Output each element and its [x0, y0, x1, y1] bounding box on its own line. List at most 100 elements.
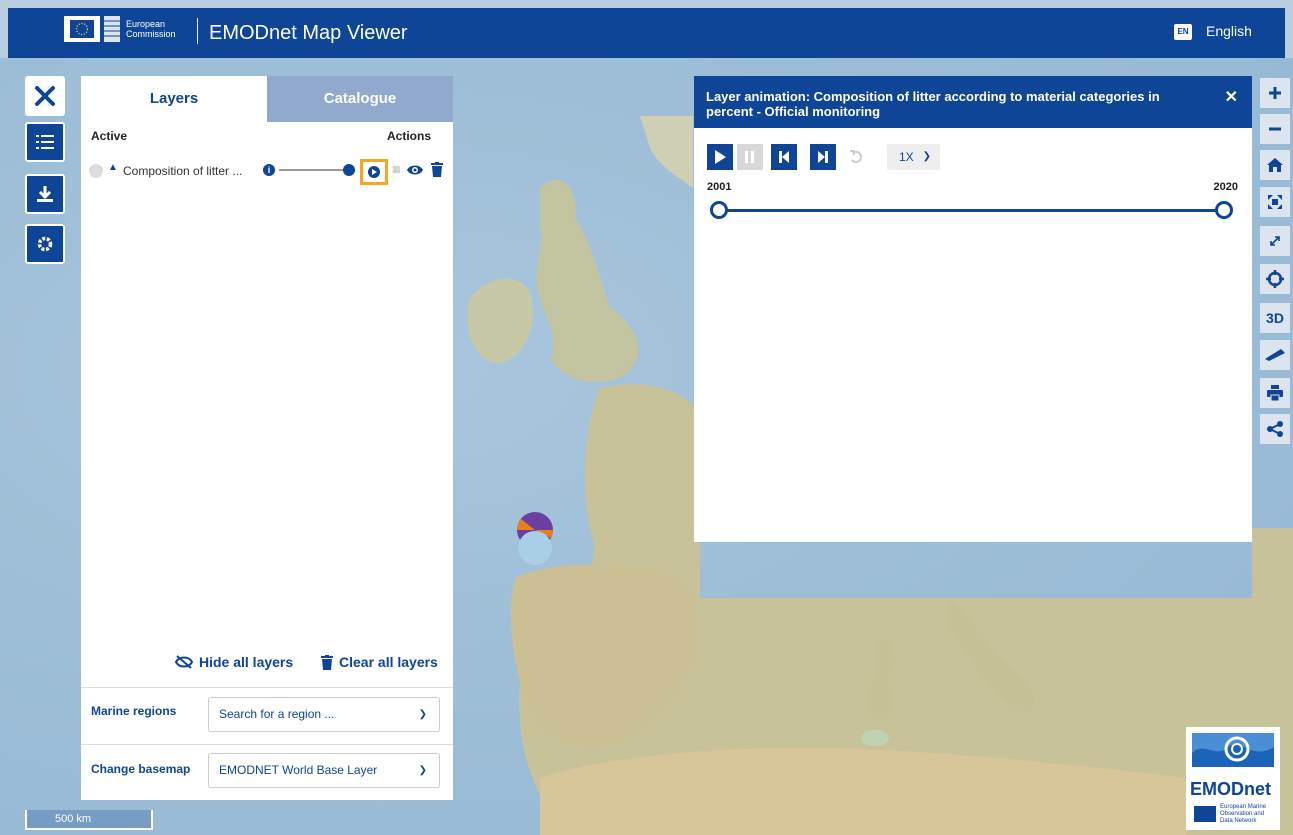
locate-button[interactable] [1260, 264, 1290, 294]
printer-icon [1267, 385, 1283, 401]
emodnet-subtitle-line3: Data Network [1220, 818, 1257, 824]
year-range-track[interactable] [719, 209, 1224, 212]
home-icon [1267, 158, 1283, 172]
crosshair-icon [1266, 270, 1284, 288]
layer-row: ▲ Composition of litter ... i ▦ [81, 156, 453, 186]
step-back-button[interactable] [771, 144, 797, 170]
chevron-down-icon: ❯ [922, 151, 931, 162]
hide-all-layers-label: Hide all layers [199, 654, 294, 670]
tab-layers[interactable]: Layers [81, 76, 267, 122]
step-forward-icon [818, 151, 828, 163]
app-header: European Commission EMODnet Map Viewer E… [8, 8, 1285, 58]
language-code-badge[interactable]: EN [1174, 24, 1192, 40]
european-commission-logo[interactable]: European Commission [64, 14, 200, 52]
diagonal-arrows-icon [1270, 236, 1280, 246]
app-title: EMODnet Map Viewer [209, 22, 408, 44]
sort-handle-icon[interactable]: ▲ [108, 162, 118, 173]
clear-all-layers-button[interactable]: Clear all layers [321, 654, 438, 670]
ruler-icon [1265, 349, 1285, 361]
emodnet-logo[interactable]: EMODnet European Marine Observation and … [1186, 727, 1280, 830]
eye-icon[interactable] [406, 163, 424, 177]
list-icon [36, 135, 54, 149]
tab-catalogue[interactable]: Catalogue [267, 76, 453, 122]
full-extent-button[interactable] [1260, 187, 1290, 217]
emodnet-subtitle: European Marine Observation and Data Net… [1220, 804, 1266, 825]
column-header-active: Active [91, 129, 128, 143]
marine-regions-label: Marine regions [91, 704, 177, 718]
hide-all-layers-button[interactable]: Hide all layers [175, 654, 293, 670]
eye-slash-icon [175, 655, 193, 669]
end-year-handle[interactable] [1215, 201, 1233, 219]
print-button[interactable] [1260, 378, 1290, 408]
layers-list-button[interactable] [25, 122, 65, 162]
close-animation-button[interactable]: ✕ [1225, 87, 1238, 107]
emodnet-waves-logo [1192, 733, 1274, 767]
speed-select[interactable]: 1X ❯ [887, 144, 940, 170]
pause-icon [745, 151, 754, 163]
ec-line1: European [126, 19, 166, 29]
zoom-in-button[interactable] [1260, 78, 1290, 108]
grid-icon[interactable]: ▦ [392, 164, 401, 175]
download-button[interactable] [25, 174, 65, 214]
share-icon [1267, 421, 1283, 437]
layers-panel: Layers Catalogue Active Actions ▲ Compos… [81, 76, 453, 800]
3d-view-button[interactable]: 3D [1260, 303, 1290, 333]
basemap-value: EMODNET World Base Layer [219, 763, 378, 777]
chevron-down-icon: ❯ [418, 765, 427, 776]
change-basemap-label: Change basemap [91, 762, 191, 776]
play-icon [715, 150, 726, 164]
home-button[interactable] [1260, 150, 1290, 180]
opacity-slider[interactable] [279, 169, 349, 171]
measure-button[interactable] [1260, 340, 1290, 370]
header-divider [197, 18, 198, 44]
close-panel-button[interactable] [25, 76, 65, 116]
share-button[interactable] [1260, 414, 1290, 444]
divider [81, 687, 453, 688]
plus-icon [1269, 87, 1281, 99]
play-button[interactable] [707, 144, 733, 170]
chevron-down-icon: ❯ [418, 709, 427, 720]
animation-panel-header: Layer animation: Composition of litter a… [694, 76, 1252, 128]
language-selector[interactable]: English [1206, 23, 1252, 39]
pause-button[interactable] [737, 144, 763, 170]
close-icon [35, 86, 55, 106]
divider [81, 744, 453, 745]
trash-icon[interactable] [431, 162, 443, 177]
expand-icon [1268, 195, 1282, 209]
end-year-label: 2020 [1213, 181, 1238, 193]
opacity-slider-handle[interactable] [343, 164, 355, 176]
emodnet-wordmark: EMODnet [1190, 779, 1271, 799]
layer-animation-button[interactable] [360, 159, 388, 185]
step-forward-button[interactable] [810, 144, 836, 170]
trash-icon [321, 654, 333, 670]
layer-active-toggle[interactable] [89, 164, 103, 178]
animation-title: Layer animation: Composition of litter a… [706, 89, 1160, 119]
basemap-select[interactable]: EMODNET World Base Layer ❯ [208, 753, 440, 788]
marine-region-placeholder: Search for a region ... [219, 707, 335, 721]
marine-region-search[interactable]: Search for a region ... ❯ [208, 697, 440, 732]
settings-button[interactable] [25, 224, 65, 264]
clear-all-layers-label: Clear all layers [339, 654, 438, 670]
layer-animation-panel: Layer animation: Composition of litter a… [694, 76, 1252, 542]
info-icon[interactable]: i [263, 164, 275, 176]
ec-building-icon [104, 16, 120, 42]
undo-icon [850, 150, 862, 163]
start-year-handle[interactable] [710, 201, 728, 219]
reset-button[interactable] [843, 144, 869, 170]
ec-line2: Commission [126, 29, 176, 39]
litter-pie-marker[interactable] [513, 508, 557, 568]
gear-icon [37, 236, 53, 252]
layer-name[interactable]: Composition of litter ... [123, 164, 242, 178]
minus-icon [1269, 127, 1281, 131]
zoom-out-button[interactable] [1260, 114, 1290, 144]
emodnet-subtitle-line1: European Marine [1220, 804, 1267, 810]
step-backward-icon [779, 151, 789, 163]
eu-flag-icon [1194, 806, 1216, 822]
download-icon [37, 186, 53, 202]
zoom-box-button[interactable] [1260, 226, 1290, 256]
speed-value: 1X [899, 150, 914, 164]
emodnet-subtitle-line2: Observation and [1220, 811, 1265, 817]
start-year-label: 2001 [707, 181, 732, 193]
eu-flag-icon [64, 16, 100, 42]
scale-bar: 500 km [25, 810, 153, 830]
